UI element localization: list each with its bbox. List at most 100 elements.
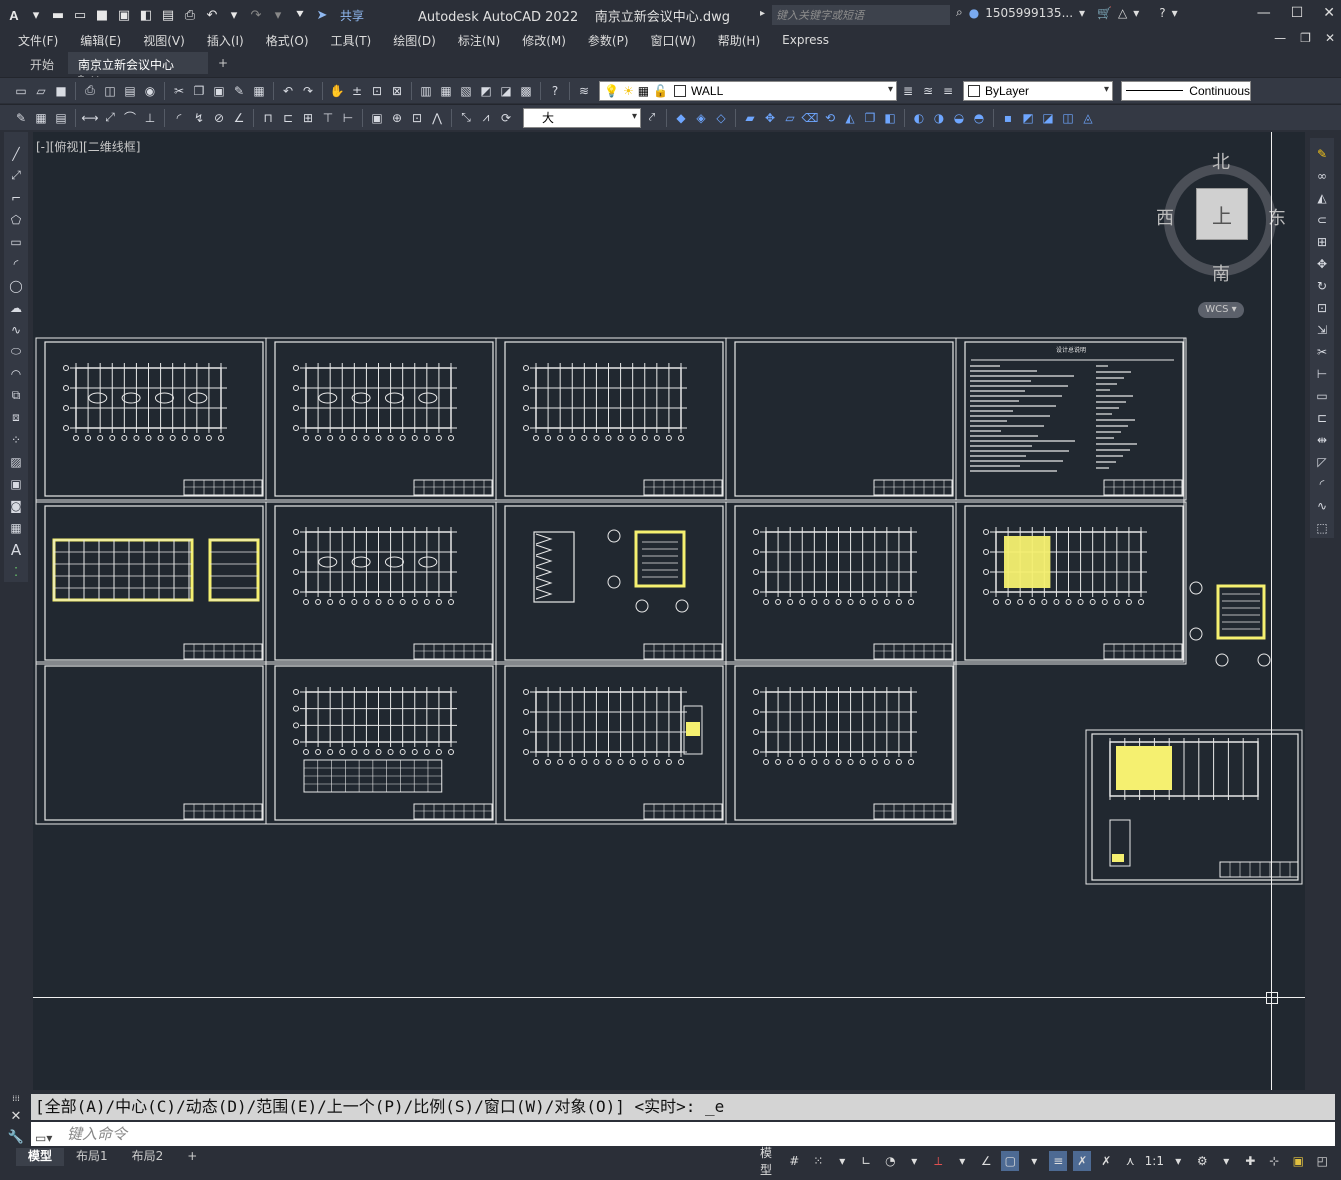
point-icon[interactable]: ⁘ [7, 430, 25, 449]
drawing-canvas[interactable]: 设计总说明 [33, 132, 1305, 1090]
workspace-gear-icon[interactable]: ⚙ [1193, 1151, 1211, 1171]
slice-icon[interactable]: ◩ [1019, 109, 1037, 127]
revcloud-icon[interactable]: ☁ [7, 298, 25, 317]
dim-update-icon[interactable]: ⟳ [497, 109, 515, 127]
compass-north[interactable]: 北 [1212, 148, 1230, 174]
matchprop-icon[interactable]: ✎ [230, 82, 248, 100]
layer-previous-icon[interactable]: ≊ [919, 82, 937, 100]
interfere-icon[interactable]: ◫ [1059, 109, 1077, 127]
help-dropdown-icon[interactable]: ▾ [1172, 6, 1178, 20]
quick-properties-icon[interactable]: ▣ [1289, 1151, 1307, 1171]
annotation-scale-value[interactable]: 1:1 [1145, 1151, 1164, 1171]
annotation-scale-dropdown-icon[interactable]: ▾ [1169, 1151, 1187, 1171]
annotation-monitor-icon[interactable]: ✚ [1241, 1151, 1259, 1171]
add-selected-icon[interactable]: ⁚ [7, 562, 25, 581]
save-file-icon[interactable]: ■ [52, 82, 70, 100]
menu-modify[interactable]: 修改(M) [522, 32, 566, 49]
dim-arc-icon[interactable]: ⌒ [121, 109, 139, 127]
grid-icon[interactable]: # [785, 1151, 803, 1171]
dim-baseline-icon[interactable]: ⊏ [279, 109, 297, 127]
subtract-icon[interactable]: ◈ [692, 109, 710, 127]
viewcube[interactable]: 上 北 南 西 东 [1156, 152, 1286, 285]
sheetset-icon[interactable]: ◩ [477, 82, 495, 100]
zoom-previous-icon[interactable]: ⊠ [388, 82, 406, 100]
command-close-icon[interactable]: ✕ [11, 1109, 22, 1124]
isodraft-dropdown-icon[interactable]: ▾ [953, 1151, 971, 1171]
menu-window[interactable]: 窗口(W) [651, 32, 696, 49]
redo-dropdown-icon[interactable]: ▾ [270, 7, 286, 23]
redo-tb-icon[interactable]: ↷ [299, 82, 317, 100]
menu-help[interactable]: 帮助(H) [718, 32, 760, 49]
menu-dimension[interactable]: 标注(N) [458, 32, 500, 49]
minimize-icon[interactable]: — [1257, 5, 1271, 21]
drag-handle-icon[interactable]: ⁞⁞⁞ [12, 1094, 20, 1103]
section-icon[interactable]: ◪ [1039, 109, 1057, 127]
cart-icon[interactable]: 🛒 [1097, 6, 1112, 20]
dim-linear-icon[interactable]: ⟷ [81, 109, 99, 127]
taper-faces-icon[interactable]: ◭ [841, 109, 859, 127]
dim-style-combo[interactable]: 大 ▾ [523, 107, 641, 128]
stretch-icon[interactable]: ⇲ [1313, 320, 1331, 339]
arc-icon[interactable]: ◜ [7, 254, 25, 273]
open-file-icon[interactable]: ▱ [32, 82, 50, 100]
search-expand-icon[interactable]: ▸ [760, 8, 765, 19]
construction-line-icon[interactable]: ⤢ [7, 166, 25, 185]
units-icon[interactable]: ⊹ [1265, 1151, 1283, 1171]
menu-format[interactable]: 格式(O) [266, 32, 309, 49]
extrude-faces-icon[interactable]: ▰ [741, 109, 759, 127]
dim-diameter-icon[interactable]: ⊘ [210, 109, 228, 127]
copy-icon[interactable]: ❐ [190, 82, 208, 100]
flatshot-icon[interactable]: ◬ [1079, 109, 1097, 127]
model-space-button[interactable]: 模型 [760, 1146, 779, 1177]
join-icon[interactable]: ⇹ [1313, 430, 1331, 449]
help-icon[interactable]: ? [1159, 6, 1165, 20]
autocad-logo-icon[interactable]: A [6, 7, 22, 23]
doc-minimize-icon[interactable]: — [1274, 31, 1286, 45]
explode-icon[interactable]: ⬚ [1313, 518, 1331, 537]
dim-jogged-icon[interactable]: ↯ [190, 109, 208, 127]
paste-icon[interactable]: ▣ [210, 82, 228, 100]
print-icon[interactable]: ⎙ [182, 7, 198, 23]
inspect-icon[interactable]: ⊡ [408, 109, 426, 127]
imprint-icon[interactable]: ◐ [910, 109, 928, 127]
markup-icon[interactable]: ◪ [497, 82, 515, 100]
tab-layout2[interactable]: 布局2 [120, 1148, 176, 1166]
separate-icon[interactable]: ◒ [950, 109, 968, 127]
add-layout-button[interactable]: + [175, 1148, 209, 1166]
isodraft-icon[interactable]: ⟂ [929, 1151, 947, 1171]
menu-express[interactable]: Express [782, 33, 829, 47]
menu-insert[interactable]: 插入(I) [207, 32, 244, 49]
menu-draw[interactable]: 绘图(D) [393, 32, 436, 49]
web-icon[interactable]: ◉ [141, 82, 159, 100]
color-faces-icon[interactable]: ◧ [881, 109, 899, 127]
undo-tb-icon[interactable]: ↶ [279, 82, 297, 100]
lineweight-icon[interactable]: ≡ [1049, 1151, 1068, 1171]
layer-combo[interactable]: 💡 ☀ ▦ 🔓 WALL ▾ [599, 80, 897, 101]
move-faces-icon[interactable]: ✥ [761, 109, 779, 127]
line-icon[interactable]: ╱ [7, 144, 25, 163]
properties-icon[interactable]: ▥ [417, 82, 435, 100]
viewcube-top-face[interactable]: 上 [1196, 188, 1248, 240]
tab-start[interactable]: 开始 [0, 52, 68, 74]
menu-tools[interactable]: 工具(T) [331, 32, 372, 49]
layer-properties-icon[interactable]: ≋ [575, 82, 593, 100]
share-icon[interactable]: ➤ [314, 7, 330, 23]
qnew-icon[interactable]: ▭ [12, 82, 30, 100]
ellipse-arc-icon[interactable]: ◠ [7, 364, 25, 383]
ellipse-icon[interactable]: ⬭ [7, 342, 25, 361]
zoom-realtime-icon[interactable]: ± [348, 82, 366, 100]
rectangle-icon[interactable]: ▭ [7, 232, 25, 251]
compass-south[interactable]: 南 [1212, 260, 1230, 286]
undo-icon[interactable]: ↶ [204, 7, 220, 23]
plot-tb-icon[interactable]: ⎙ [81, 82, 99, 100]
zoom-window-icon[interactable]: ⊡ [368, 82, 386, 100]
polygon-icon[interactable]: ⬠ [7, 210, 25, 229]
tab-drawing[interactable]: 南京立新会议中心*✕ [68, 52, 209, 87]
tolerance-icon[interactable]: ▣ [368, 109, 386, 127]
dim-break-icon[interactable]: ⊢ [339, 109, 357, 127]
break-point-icon[interactable]: ▭ [1313, 386, 1331, 405]
spline-icon[interactable]: ∿ [7, 320, 25, 339]
command-prompt-icon[interactable]: ▭▾ [35, 1126, 52, 1150]
redo-icon[interactable]: ↷ [248, 7, 264, 23]
make-block-icon[interactable]: ⧈ [7, 408, 25, 427]
